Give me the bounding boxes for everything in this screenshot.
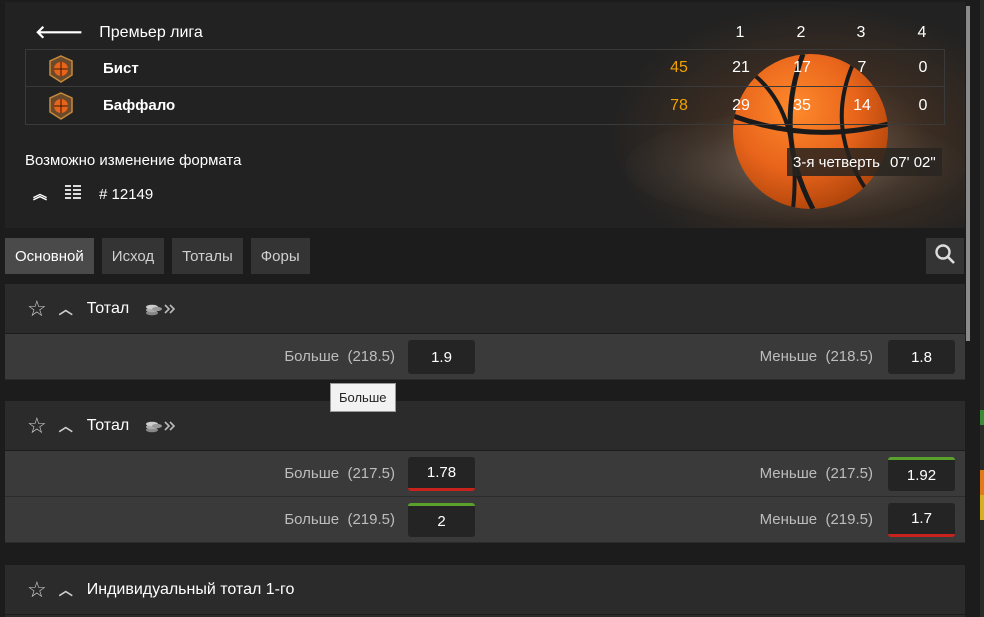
- market-title: Индивидуальный тотал 1-го: [86, 580, 295, 598]
- coins-icon: [145, 419, 177, 433]
- star-icon[interactable]: ☆: [27, 296, 47, 322]
- market-header[interactable]: ☆ ︿ Тотал: [5, 401, 965, 451]
- under-label: Меньше (218.5): [759, 348, 873, 365]
- market-block: ☆ ︿ Тотал Больше (218.5) 1.9 Меньше (218…: [5, 284, 965, 380]
- collapse-icon[interactable]: ︽: [33, 184, 47, 204]
- period-score: 0: [918, 59, 928, 76]
- market-block: ☆ ︿ Тотал Больше (217.5) 1.78 Меньше (21…: [5, 401, 965, 543]
- star-icon[interactable]: ☆: [27, 577, 47, 603]
- period-score: 21: [732, 59, 750, 76]
- under-label: Меньше (217.5): [759, 465, 873, 482]
- period-column-headers: 1 2 3 4: [5, 24, 965, 44]
- header-tools: ︽ # 12149: [33, 184, 153, 204]
- period-score: 35: [793, 96, 811, 114]
- team-row: Бист 45 21 17 7 0: [26, 50, 944, 87]
- period-head-1: 1: [735, 24, 745, 41]
- team-total: 78: [670, 96, 688, 114]
- basketball-team-icon: [48, 92, 74, 120]
- caret-up-icon[interactable]: ︿: [59, 416, 73, 436]
- caret-up-icon[interactable]: ︿: [59, 299, 73, 319]
- under-label: Меньше (219.5): [759, 511, 873, 528]
- team-name: Бист: [103, 59, 139, 77]
- stats-grid-icon[interactable]: [65, 185, 81, 203]
- format-note: Возможно изменение формата: [25, 152, 242, 169]
- search-icon: [934, 243, 956, 270]
- market-title: Тотал: [86, 299, 130, 317]
- period-score: 14: [853, 96, 871, 114]
- market-header[interactable]: ☆ ︿ Тотал: [5, 284, 965, 334]
- market-tabs: Основной Исход Тоталы Форы: [5, 238, 310, 274]
- caret-up-icon[interactable]: ︿: [59, 580, 73, 600]
- period-head-4: 4: [917, 24, 927, 41]
- over-odd-button[interactable]: 1.9: [408, 340, 475, 374]
- over-label: Больше (219.5): [284, 511, 395, 528]
- period-status: 3-я четверть: [793, 153, 880, 171]
- scrollbar[interactable]: [966, 6, 970, 341]
- odds-row: Больше (217.5) 1.78 Меньше (217.5) 1.92: [5, 451, 965, 497]
- match-header: 🡐 Премьер лига 1 2 3 4 Бист 45 21 17 7 0…: [5, 2, 965, 228]
- odds-row: Больше (219.5) 2 Меньше (219.5) 1.7: [5, 497, 965, 543]
- under-odd-button[interactable]: 1.8: [888, 340, 955, 374]
- edge-indicator: [980, 470, 984, 495]
- match-id: # 12149: [99, 185, 154, 203]
- market-title: Тотал: [86, 416, 130, 434]
- over-odd-button[interactable]: 2: [408, 503, 475, 537]
- period-head-2: 2: [796, 24, 806, 41]
- edge-indicator: [980, 495, 984, 520]
- edge-indicator: [980, 410, 984, 425]
- game-clock: 07' 02": [890, 153, 936, 171]
- under-odd-button[interactable]: 1.7: [888, 503, 955, 537]
- star-icon[interactable]: ☆: [27, 413, 47, 439]
- tooltip: Больше: [330, 383, 396, 412]
- odds-row: Больше (218.5) 1.9 Меньше (218.5) 1.8: [5, 334, 965, 380]
- period-score: 7: [857, 59, 867, 76]
- side-panel-edge: [980, 0, 984, 617]
- period-status-badge: 3-я четверть 07' 02": [787, 148, 942, 176]
- team-row: Баффало 78 29 35 14 0: [26, 87, 944, 124]
- tab-main[interactable]: Основной: [5, 238, 94, 274]
- market-header[interactable]: ☆ ︿ Индивидуальный тотал 1-го: [5, 565, 965, 615]
- market-block: ☆ ︿ Индивидуальный тотал 1-го: [5, 565, 965, 617]
- basketball-team-icon: [48, 55, 74, 83]
- search-button[interactable]: [926, 238, 964, 274]
- tab-outcome[interactable]: Исход: [101, 238, 165, 274]
- tab-totals[interactable]: Тоталы: [172, 238, 243, 274]
- over-label: Больше (218.5): [284, 348, 395, 365]
- team-total: 45: [670, 59, 688, 76]
- under-odd-button[interactable]: 1.92: [888, 457, 955, 491]
- period-head-3: 3: [856, 24, 866, 41]
- scoreboard: Бист 45 21 17 7 0 Баффало 78 29 35 14 0: [25, 49, 945, 125]
- over-odd-button[interactable]: 1.78: [408, 457, 475, 491]
- tab-handicaps[interactable]: Форы: [250, 238, 310, 274]
- period-score: 17: [793, 59, 811, 76]
- over-label: Больше (217.5): [284, 465, 395, 482]
- period-score: 0: [918, 96, 928, 114]
- page: 🡐 Премьер лига 1 2 3 4 Бист 45 21 17 7 0…: [0, 0, 984, 617]
- period-score: 29: [732, 96, 750, 114]
- team-name: Баффало: [103, 97, 176, 114]
- coins-icon: [145, 302, 177, 316]
